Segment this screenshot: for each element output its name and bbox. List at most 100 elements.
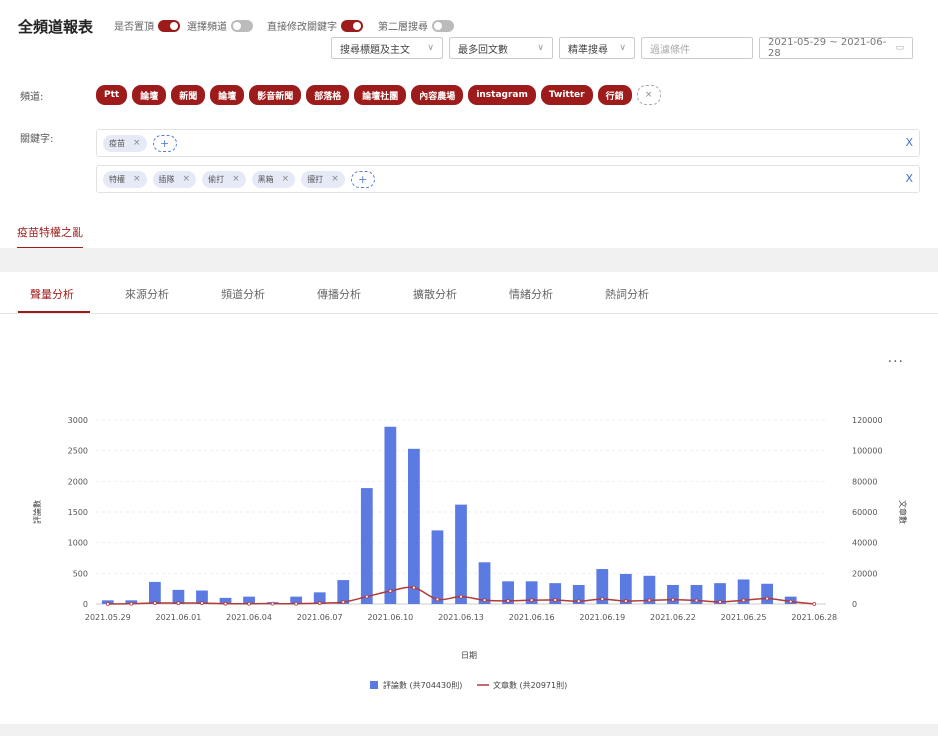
line-point [482, 598, 487, 603]
line-point [694, 598, 699, 603]
remove-icon[interactable]: × [331, 174, 339, 184]
line-point [741, 598, 746, 603]
line-point [788, 599, 793, 604]
channel-chip[interactable]: 內容農場 [411, 85, 464, 105]
remove-icon[interactable]: × [232, 174, 240, 184]
keyword-text: 黑箱 [257, 174, 274, 184]
toggle-second-search[interactable]: 第二層搜尋 [378, 18, 454, 33]
toggle-edit-keywords[interactable]: 直接修改關鍵字 [267, 18, 363, 33]
toggle-switch[interactable] [341, 19, 363, 32]
x-tick-label: 2021.06.16 [509, 613, 555, 622]
add-keyword-button[interactable]: + [350, 170, 375, 188]
channel-chip[interactable]: 影音新聞 [249, 85, 302, 105]
channel-chip[interactable]: 新聞 [171, 85, 206, 105]
bar [455, 504, 467, 604]
volume-chart: 0 500 1000 1500 2000 2500 3000 0 20000 40000 60000… [32, 416, 908, 690]
keyword-tag[interactable]: 黑箱 × [251, 170, 296, 188]
y-left-tick-label: 2000 [68, 477, 88, 486]
channel-chip[interactable]: 論壇 [210, 85, 245, 105]
tab-volume[interactable]: 聲量分析 [30, 286, 74, 302]
channel-chip[interactable]: Ptt [96, 85, 128, 105]
close-keyword-group-button[interactable]: X [905, 172, 913, 185]
line-point [647, 598, 652, 603]
tab-hotwords[interactable]: 熱詞分析 [605, 286, 649, 302]
keyword-tag[interactable]: 疫苗 × [103, 134, 147, 152]
filter-row: 搜尋標題及主文 ∨ 最多回文數 ∨ 精準搜尋 ∨ 過濾條件 2021-05-29 ~ … [331, 37, 913, 59]
input-placeholder: 過濾條件 [650, 44, 690, 56]
line-point [671, 597, 675, 602]
report-page: 全頻道報表 是否置頂 選擇頻道 直接修改關鍵字 第二層搜尋 搜尋標題及主文 ∨ 最… [0, 0, 938, 736]
bar [431, 530, 444, 604]
toggle-pin-top[interactable]: 是否置頂 [114, 18, 180, 33]
line-point [553, 598, 558, 602]
y-left-tick-label: 2500 [68, 447, 88, 456]
keyword-text: 插隊 [158, 174, 175, 184]
y-right-tick-label: 0 [852, 600, 857, 609]
y-right-tick-label: 20000 [852, 569, 877, 578]
channel-chip[interactable]: instagram [468, 85, 536, 105]
bar [761, 583, 774, 604]
keyword-tag[interactable]: 擅打 × [301, 170, 345, 188]
y-right-tick-label: 40000 [852, 539, 877, 548]
keyword-tag[interactable]: 插隊 × [152, 170, 197, 188]
channel-chip[interactable]: 行銷 [597, 85, 632, 105]
page-title: 全頻道報表 [18, 18, 94, 36]
tab-sentiment[interactable]: 情緒分析 [509, 286, 553, 302]
line-point [317, 601, 322, 606]
line-point [812, 602, 817, 606]
toggle-switch[interactable] [158, 19, 180, 32]
channel-chip[interactable]: 論壇 [132, 85, 167, 105]
remove-icon[interactable]: × [183, 174, 191, 184]
y-left-tick-label: 1500 [68, 508, 88, 517]
search-mode-select[interactable]: 精準搜尋 ∨ [559, 37, 635, 59]
bar [408, 448, 420, 604]
select-value: 搜尋標題及主文 [340, 44, 410, 56]
tab-spread[interactable]: 傳播分析 [317, 286, 361, 302]
line-point [341, 600, 346, 605]
line-point [223, 601, 228, 606]
line-point [364, 594, 369, 599]
keyword-text: 特權 [109, 174, 125, 184]
section-divider [0, 724, 938, 736]
channel-chip[interactable]: 論壇社團 [354, 85, 407, 105]
line-point [435, 597, 440, 602]
tab-channel[interactable]: 頻道分析 [221, 286, 265, 302]
select-value: 最多回文數 [458, 44, 508, 56]
tab-diffusion[interactable]: 擴散分析 [413, 286, 457, 302]
bar [384, 426, 397, 604]
topic-tab[interactable]: 疫苗特權之亂 [17, 224, 83, 249]
keyword-tag[interactable]: 偷打 × [202, 170, 246, 188]
y-right-tick-label: 80000 [852, 477, 877, 486]
toggle-select-channel[interactable]: 選擇頻道 [187, 18, 253, 33]
toggle-switch[interactable] [231, 19, 253, 32]
exclude-filter-input[interactable]: 過濾條件 [641, 37, 753, 59]
remove-icon[interactable]: × [133, 138, 141, 148]
remove-icon[interactable]: × [133, 174, 141, 184]
x-tick-label: 2021.06.28 [791, 613, 837, 622]
line-point [765, 596, 770, 601]
line-point [459, 594, 463, 599]
sort-select[interactable]: 最多回文數 ∨ [449, 37, 553, 59]
x-axis-title: 日期 [461, 651, 477, 660]
line-point [506, 599, 510, 603]
tab-source[interactable]: 來源分析 [125, 286, 169, 302]
close-keyword-group-button[interactable]: X [905, 136, 913, 149]
bar [148, 581, 161, 604]
add-keyword-button[interactable]: + [152, 134, 177, 152]
more-menu-icon[interactable]: ··· [888, 354, 904, 370]
channel-chip[interactable]: 部落格 [306, 85, 350, 105]
search-scope-select[interactable]: 搜尋標題及主文 ∨ [331, 37, 443, 59]
y-right-tick-label: 100000 [852, 447, 883, 456]
x-tick-label: 2021.06.19 [579, 613, 625, 622]
date-range-picker[interactable]: 2021-05-29 ~ 2021-06-28 ▭ [759, 37, 913, 59]
line-point [388, 589, 393, 593]
channel-chip[interactable]: Twitter [540, 85, 593, 105]
remove-icon[interactable]: × [282, 174, 290, 184]
y-left-tick-label: 500 [73, 569, 88, 578]
keyword-tag[interactable]: 特權 × [103, 170, 147, 188]
line-point [176, 601, 181, 605]
clear-channels-button[interactable]: × [636, 85, 661, 105]
bar [478, 562, 491, 604]
toggle-switch[interactable] [432, 19, 454, 32]
calendar-icon: ▭ [895, 43, 904, 53]
